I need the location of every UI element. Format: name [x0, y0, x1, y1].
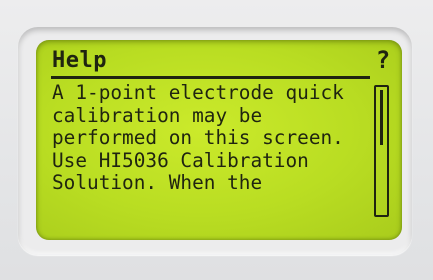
screen-title: Help: [52, 48, 107, 73]
scrollbar[interactable]: [374, 85, 389, 217]
lcd-screen: Help ? A 1-point electrode quick calibrat…: [36, 40, 402, 240]
meter-device: Help ? A 1-point electrode quick calibrat…: [0, 0, 433, 280]
title-divider: [51, 76, 370, 79]
help-text: A 1-point electrode quick calibration may…: [52, 81, 370, 195]
help-text-line: calibration may be: [52, 103, 263, 127]
help-text-line: Use HI5036 Calibration: [52, 148, 309, 172]
help-text-line: Solution. When the: [52, 171, 263, 194]
help-text-line: performed on this screen.: [52, 126, 344, 149]
scrollbar-thumb[interactable]: [380, 90, 383, 145]
help-text-line: A 1-point electrode quick: [52, 81, 344, 104]
help-icon: ?: [375, 46, 391, 74]
